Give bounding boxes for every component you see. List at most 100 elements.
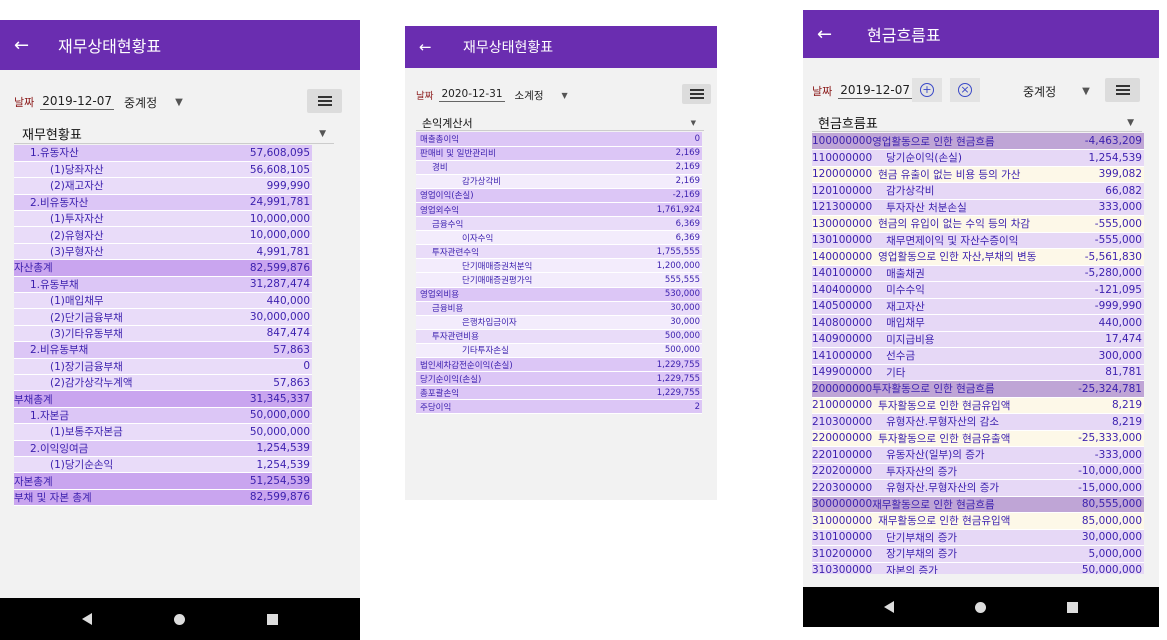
- list-view-button[interactable]: [1105, 78, 1140, 102]
- table-row[interactable]: 140900000 미지급비용 17,474: [812, 331, 1144, 348]
- account-level-select[interactable]: 중계정: [124, 94, 157, 111]
- back-arrow-icon[interactable]: ←: [419, 38, 449, 56]
- table-row[interactable]: (1)장기금융부채 0: [14, 358, 312, 375]
- table-row[interactable]: 기타투자손실 500,000: [416, 343, 702, 359]
- table-row[interactable]: 100000000 영업활동으로 인한 현금흐름 -4,463,209: [812, 133, 1144, 150]
- row-code: 220100000: [812, 446, 873, 464]
- table-row[interactable]: 130100000 채무면제이익 및 자산수증이익 -555,000: [812, 232, 1144, 249]
- table-row[interactable]: 141000000 선수금 300,000: [812, 347, 1144, 365]
- nav-recents-icon[interactable]: [267, 613, 278, 625]
- table-row[interactable]: 은행차입금이자 30,000: [416, 315, 702, 330]
- table-row[interactable]: 310000000 재무활동으로 인한 현금유입액 85,000,000: [812, 512, 1144, 530]
- table-row[interactable]: 자산총계 82,599,876: [14, 259, 312, 277]
- add-date-button[interactable]: +: [912, 78, 942, 102]
- table-row[interactable]: 140800000 매입채무 440,000: [812, 314, 1144, 332]
- table-row[interactable]: (1)당기순손익 1,254,539: [14, 456, 312, 474]
- table-row[interactable]: 총포괄손익 1,229,755: [416, 385, 702, 401]
- table-row[interactable]: 당기순이익(손실) 1,229,755: [416, 371, 702, 387]
- table-row[interactable]: 120000000 현금 유출이 없는 비용 등의 가산 399,082: [812, 166, 1144, 183]
- table-row[interactable]: 부채총계 31,345,337: [14, 390, 312, 408]
- back-arrow-icon[interactable]: ←: [14, 35, 44, 56]
- table-row[interactable]: 자본총계 51,254,539: [14, 472, 312, 490]
- nav-home-icon[interactable]: [975, 601, 986, 613]
- table-row[interactable]: 130000000 현금의 유입이 없는 수익 등의 차감 -555,000: [812, 215, 1144, 233]
- table-row[interactable]: (3)기타유동부채 847,474: [14, 325, 312, 343]
- table-row[interactable]: 금융수익 6,369: [416, 216, 702, 232]
- table-row[interactable]: 200000000 투자활동으로 인한 현금흐름 -25,324,781: [812, 380, 1144, 398]
- table-row[interactable]: 영업외비용 530,000: [416, 287, 702, 302]
- clear-date-button[interactable]: ×: [950, 78, 980, 102]
- row-label: 매출총이익: [416, 132, 622, 147]
- table-row[interactable]: 단기매매증권처분익 1,200,000: [416, 258, 702, 274]
- table-row[interactable]: 310200000 장기부채의 증가 5,000,000: [812, 545, 1144, 563]
- table-row[interactable]: 120100000 감가상각비 66,082: [812, 182, 1144, 200]
- table-row[interactable]: 투자관련비용 500,000: [416, 329, 702, 344]
- table-row[interactable]: (1)당좌자산 56,608,105: [14, 161, 312, 179]
- date-field[interactable]: 2020-12-31: [439, 88, 505, 102]
- nav-recents-icon[interactable]: [1067, 601, 1078, 613]
- table-row[interactable]: 이자수익 6,369: [416, 230, 702, 246]
- table-row[interactable]: 121300000 투자자산 처분손실 333,000: [812, 199, 1144, 216]
- table-row[interactable]: (2)단기금융부채 30,000,000: [14, 308, 312, 326]
- table-row[interactable]: 220000000 투자활동으로 인한 현금유출액 -25,333,000: [812, 430, 1144, 447]
- table-row[interactable]: (2)감가상각누계액 57,863: [14, 374, 312, 392]
- table-row[interactable]: (1)보통주자본금 50,000,000: [14, 423, 312, 441]
- table-row[interactable]: 140400000 미수수익 -121,095: [812, 281, 1144, 299]
- table-row[interactable]: 투자관련수익 1,755,555: [416, 244, 702, 260]
- table-row[interactable]: 300000000 재무활동으로 인한 현금흐름 80,555,000: [812, 496, 1144, 513]
- nav-back-icon[interactable]: [82, 613, 92, 625]
- table-row[interactable]: (2)재고자산 999,990: [14, 177, 312, 195]
- table-row[interactable]: 310300000 자본의 증가 50,000,000: [812, 562, 1144, 574]
- table-row[interactable]: 149900000 기타 81,781: [812, 364, 1144, 381]
- table-row[interactable]: 영업외수익 1,761,924: [416, 202, 702, 218]
- account-level-select[interactable]: 중계정: [1023, 83, 1056, 100]
- table-row[interactable]: 140500000 재고자산 -999,990: [812, 298, 1144, 315]
- table-row[interactable]: (2)유형자산 10,000,000: [14, 226, 312, 244]
- row-value: 57,863: [209, 341, 312, 359]
- table-row[interactable]: 140100000 매출채권 -5,280,000: [812, 265, 1144, 282]
- table-row[interactable]: 1.유동부채 31,287,474: [14, 276, 312, 294]
- triangle-down-icon[interactable]: ▼: [1082, 86, 1090, 97]
- table-row[interactable]: 단기매매증권평가익 555,555: [416, 272, 702, 288]
- table-row[interactable]: 210300000 유형자산.무형자산의 감소 8,219: [812, 413, 1144, 431]
- triangle-down-icon[interactable]: ▼: [562, 91, 568, 100]
- table-row[interactable]: 감가상각비 2,169: [416, 174, 702, 189]
- table-row[interactable]: 2.비유동부채 57,863: [14, 341, 312, 359]
- table-row[interactable]: 210000000 투자활동으로 인한 현금유입액 8,219: [812, 397, 1144, 414]
- table-row[interactable]: 2.비유동자산 24,991,781: [14, 194, 312, 212]
- table-row[interactable]: 주당이익 2: [416, 399, 702, 415]
- list-view-button[interactable]: [682, 84, 711, 104]
- date-field[interactable]: 2019-12-07: [838, 83, 912, 99]
- table-row[interactable]: 110000000 당기순이익(손실) 1,254,539: [812, 149, 1144, 167]
- report-type-select[interactable]: 손익계산서 ▼: [416, 115, 704, 131]
- triangle-down-icon[interactable]: ▼: [175, 97, 183, 108]
- table-row[interactable]: 140000000 영업활동으로 인한 자산,부채의 변동 -5,561,830: [812, 248, 1144, 266]
- nav-back-icon[interactable]: [884, 601, 894, 613]
- row-value: -121,095: [1066, 281, 1144, 299]
- report-type-select[interactable]: 재무현황표 ▼: [14, 124, 334, 144]
- date-field[interactable]: 2019-12-07: [40, 94, 114, 110]
- table-row[interactable]: 판매비 및 일반관리비 2,169: [416, 146, 702, 161]
- account-level-select[interactable]: 소계정: [515, 88, 544, 103]
- table-row[interactable]: 2.이익잉여금 1,254,539: [14, 440, 312, 457]
- list-view-button[interactable]: [307, 89, 342, 113]
- table-row[interactable]: 경비 2,169: [416, 160, 702, 175]
- table-row[interactable]: (1)투자자산 10,000,000: [14, 210, 312, 228]
- table-row[interactable]: (1)매입채무 440,000: [14, 292, 312, 310]
- table-row[interactable]: 220300000 유형자산.무형자산의 증가 -15,000,000: [812, 479, 1144, 497]
- table-row[interactable]: 부채 및 자본 총계 82,599,876: [14, 489, 312, 507]
- nav-home-icon[interactable]: [174, 613, 185, 625]
- table-row[interactable]: 1.자본금 50,000,000: [14, 407, 312, 425]
- table-row[interactable]: 1.유동자산 57,608,095: [14, 145, 312, 162]
- table-row[interactable]: 법인세차감전순이익(손실) 1,229,755: [416, 357, 702, 373]
- table-row[interactable]: 220100000 유동자산(일부)의 증가 -333,000: [812, 446, 1144, 464]
- cash-flow-table-scroll[interactable]: 100000000 영업활동으로 인한 현금흐름 -4,463,209 1100000…: [812, 133, 1144, 574]
- table-row[interactable]: (3)무형자산 4,991,781: [14, 243, 312, 261]
- table-row[interactable]: 매출총이익 0: [416, 132, 702, 147]
- report-type-select[interactable]: 현금흐름표 ▼: [812, 114, 1142, 132]
- back-arrow-icon[interactable]: ←: [817, 24, 847, 45]
- table-row[interactable]: 310100000 단기부채의 증가 30,000,000: [812, 529, 1144, 546]
- table-row[interactable]: 영업이익(손실) -2,169: [416, 188, 702, 203]
- table-row[interactable]: 금융비용 30,000: [416, 301, 702, 316]
- table-row[interactable]: 220200000 투자자산의 증가 -10,000,000: [812, 463, 1144, 480]
